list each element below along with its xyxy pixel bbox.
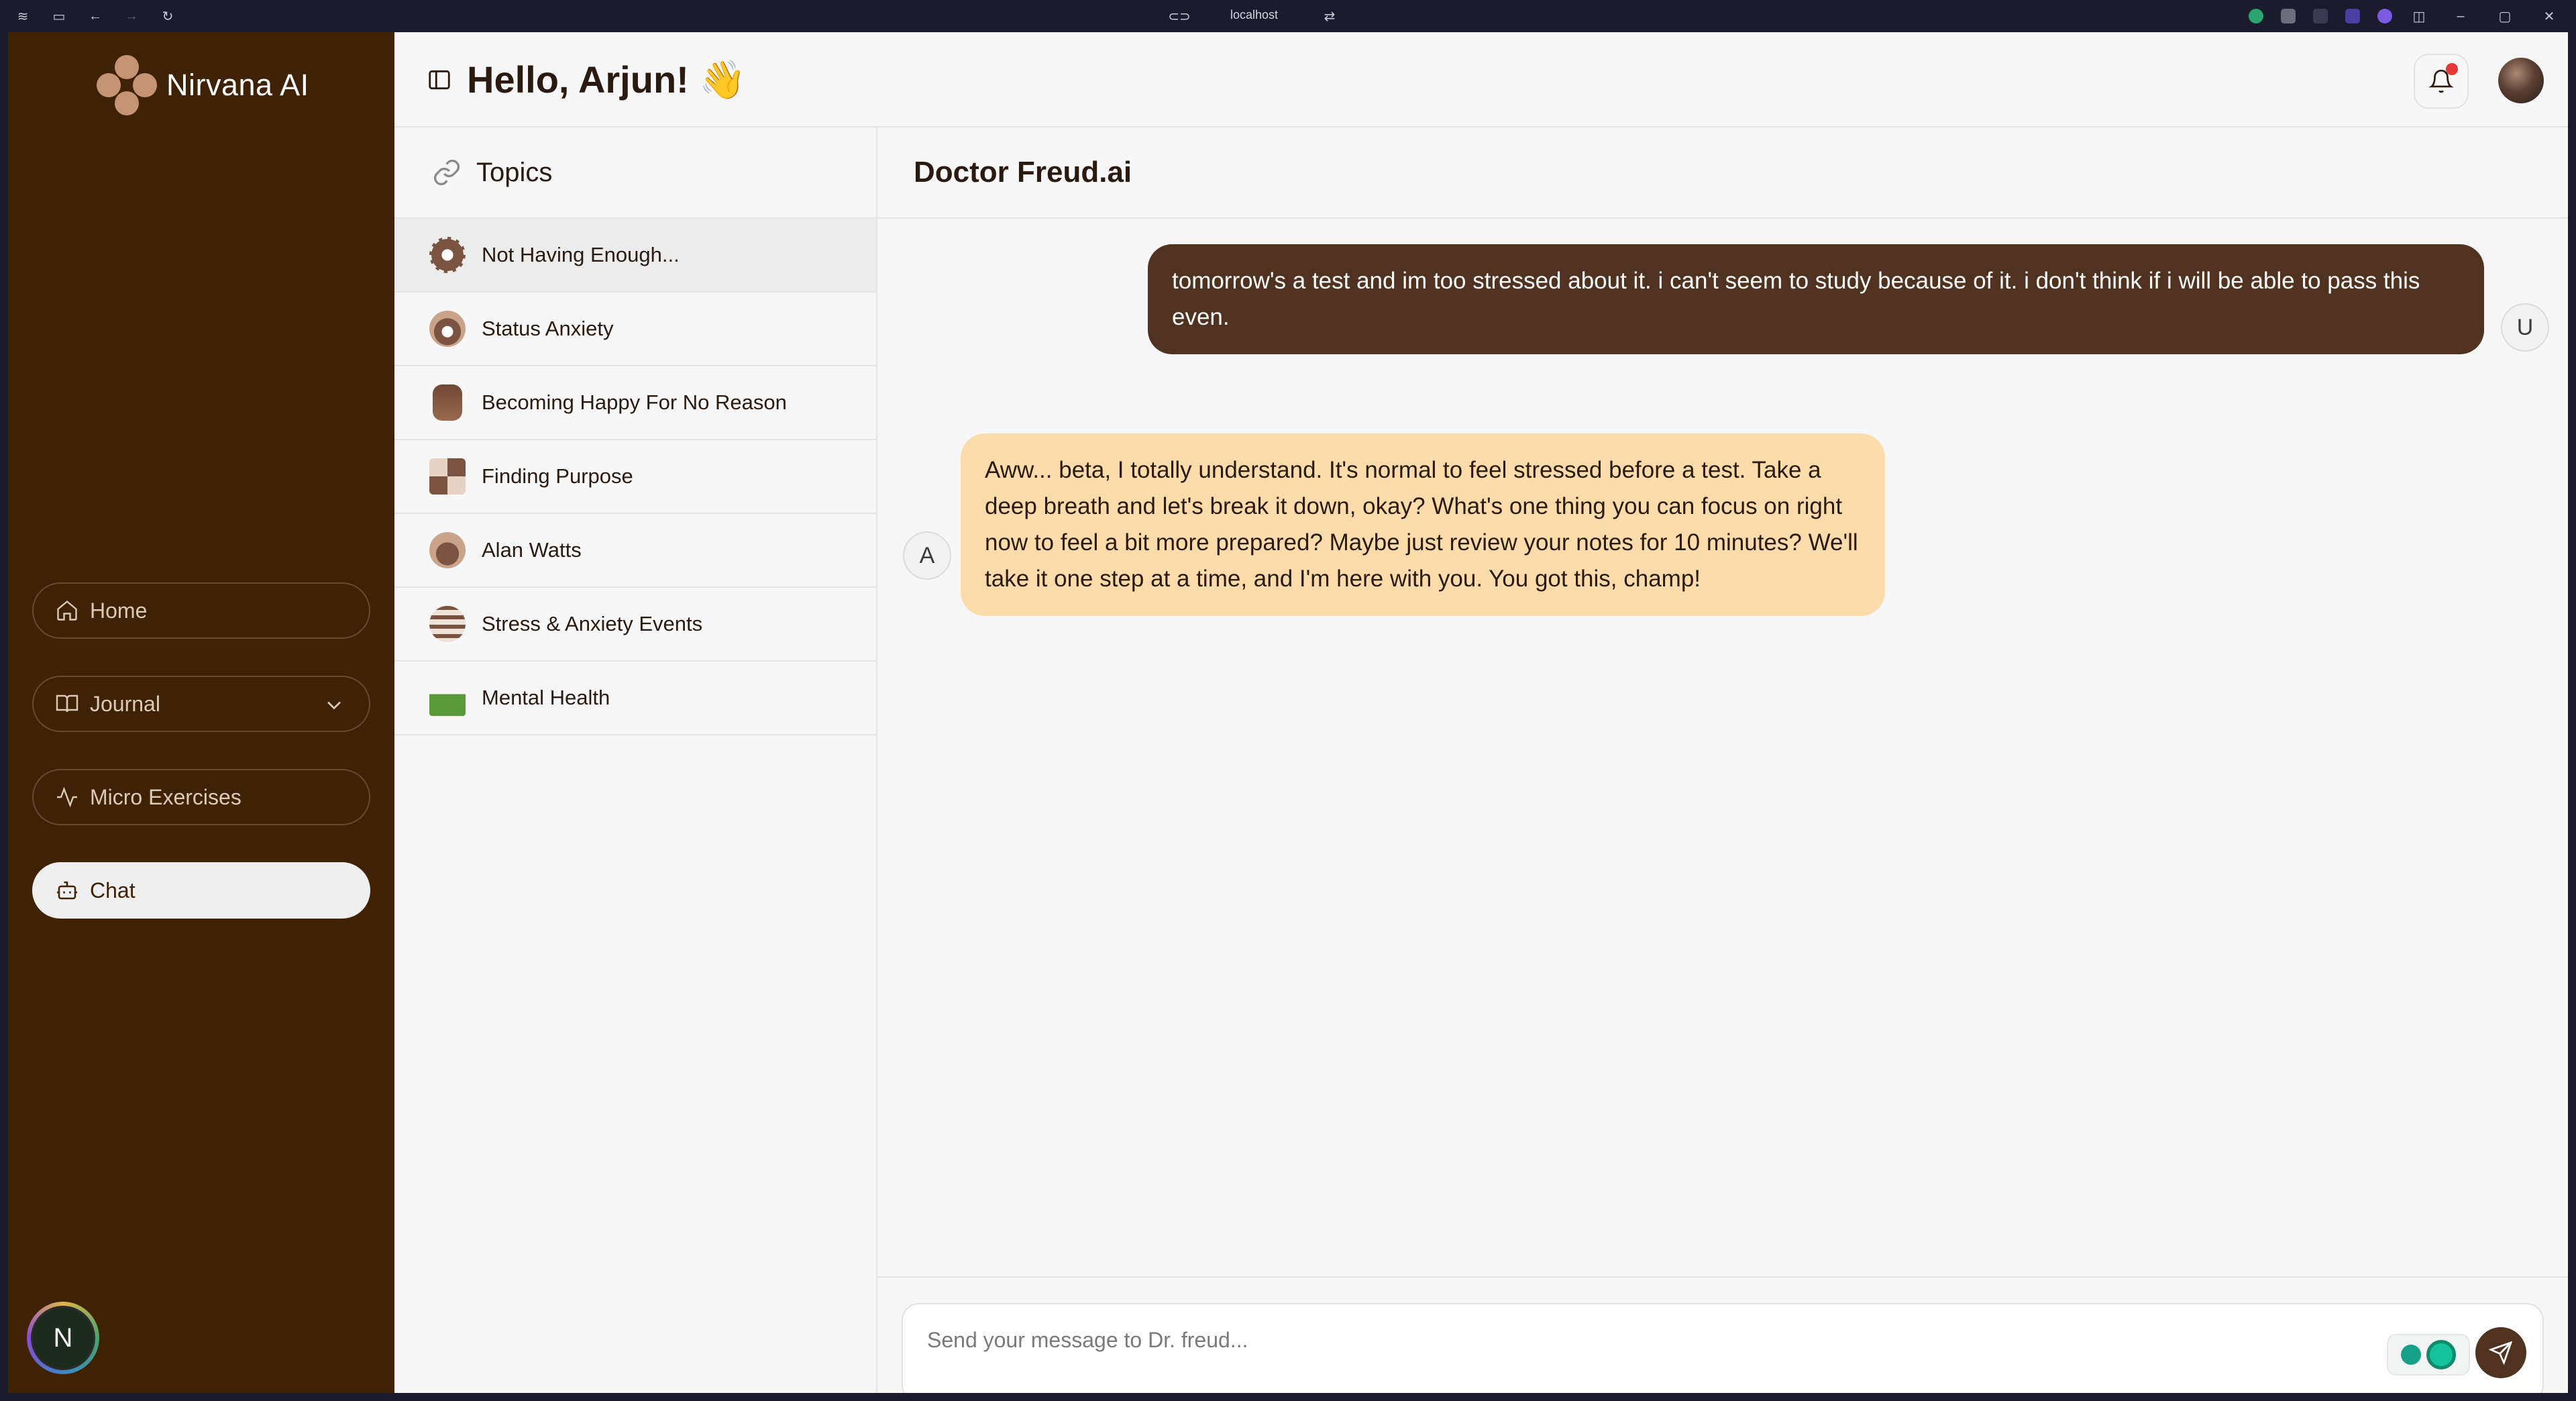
link-icon[interactable]: ⊂⊃: [1168, 8, 1191, 24]
compass-icon: [429, 458, 466, 495]
topics-panel: Topics Not Having Enough... Status Anxie…: [394, 127, 877, 1393]
avatar-initial: N: [31, 1306, 95, 1370]
gear-icon: [429, 237, 466, 273]
page-title: Hello, Arjun! 👋: [467, 58, 747, 101]
sidebar-item-label: Home: [90, 598, 148, 623]
close-window-icon[interactable]: ✕: [2541, 8, 2557, 24]
assistant-message: Aww... beta, I totally understand. It's …: [961, 433, 1885, 616]
book-icon: [56, 694, 78, 713]
topics-header: Topics: [394, 127, 876, 219]
sidebar-item-micro-exercises[interactable]: Micro Exercises: [32, 769, 370, 825]
topic-label: Status Anxiety: [482, 317, 614, 340]
lock-icon: [429, 680, 466, 716]
topic-item[interactable]: Becoming Happy For No Reason: [394, 366, 876, 440]
send-icon: [2489, 1341, 2513, 1365]
user-avatar[interactable]: N: [27, 1302, 99, 1374]
minimize-icon[interactable]: –: [2453, 8, 2469, 24]
logo-icon: [97, 55, 157, 115]
brand[interactable]: Nirvana AI: [97, 55, 309, 115]
home-icon: [57, 600, 77, 621]
maximize-icon[interactable]: ▢: [2497, 8, 2513, 24]
topic-item[interactable]: Finding Purpose: [394, 440, 876, 514]
notifications-button[interactable]: [2414, 54, 2469, 109]
grammarly-icon[interactable]: [2426, 1340, 2456, 1369]
extension-icon[interactable]: [2249, 9, 2263, 23]
notification-badge: [2446, 63, 2458, 75]
topic-item[interactable]: Status Anxiety: [394, 293, 876, 366]
topic-label: Becoming Happy For No Reason: [482, 391, 787, 414]
topic-label: Finding Purpose: [482, 464, 633, 488]
app-window: Nirvana AI Home Journal Micro Exercises …: [8, 32, 2568, 1393]
sidebar-item-chat[interactable]: Chat: [32, 862, 370, 919]
chevron-down-icon[interactable]: [322, 693, 346, 717]
link-icon: [434, 160, 460, 185]
user-message-avatar: U: [2501, 303, 2549, 352]
back-icon[interactable]: ←: [87, 8, 103, 24]
topics-title: Topics: [476, 157, 553, 187]
extension-icon[interactable]: [2345, 9, 2360, 23]
bulb-icon[interactable]: [2401, 1345, 2421, 1365]
profile-avatar[interactable]: [2498, 58, 2544, 103]
sidebar: Nirvana AI Home Journal Micro Exercises …: [8, 32, 394, 1393]
user-message: tomorrow's a test and im too stressed ab…: [1148, 244, 2484, 354]
send-button[interactable]: [2475, 1327, 2526, 1378]
extension-icon[interactable]: [2313, 9, 2328, 23]
sidebar-item-home[interactable]: Home: [32, 582, 370, 639]
topic-item[interactable]: Not Having Enough...: [394, 219, 876, 293]
browser-menu-icon[interactable]: ≋: [15, 8, 31, 24]
bot-icon: [57, 881, 77, 900]
topic-label: Alan Watts: [482, 538, 582, 562]
sidebar-item-label: Chat: [90, 878, 136, 902]
person-icon: [429, 532, 466, 568]
brand-name: Nirvana AI: [166, 68, 309, 102]
browser-toolbar: ≋ ▭ ← → ↻ ⊂⊃ localhost ⇄ ◫ – ▢ ✕: [0, 0, 2576, 32]
happy-icon: [433, 384, 462, 421]
message-composer: [902, 1303, 2544, 1393]
message-input[interactable]: [927, 1323, 2336, 1357]
topic-label: Stress & Anxiety Events: [482, 612, 703, 635]
extension-icon[interactable]: [2281, 9, 2296, 23]
activity-icon: [57, 786, 77, 808]
site-settings-icon[interactable]: ⇄: [1322, 8, 1338, 24]
topic-label: Mental Health: [482, 686, 610, 709]
chat-header: Doctor Freud.ai: [877, 127, 2568, 219]
status-icon: [429, 311, 466, 347]
assistant-message-avatar: A: [903, 531, 951, 580]
panel-toggle-icon[interactable]: [427, 67, 452, 93]
chat-panel: Doctor Freud.ai tomorrow's a test and im…: [877, 127, 2568, 1393]
address-bar[interactable]: localhost: [1230, 8, 1278, 22]
split-view-icon[interactable]: ◫: [2411, 8, 2427, 24]
topic-item[interactable]: Mental Health: [394, 662, 876, 735]
topic-item[interactable]: Stress & Anxiety Events: [394, 588, 876, 662]
composer-area: [877, 1276, 2568, 1393]
extension-icon[interactable]: [2377, 9, 2392, 23]
topic-item[interactable]: Alan Watts: [394, 514, 876, 588]
sidebar-item-journal[interactable]: Journal: [32, 676, 370, 732]
sidebar-toggle-icon[interactable]: ▭: [51, 8, 67, 24]
sidebar-item-label: Journal: [90, 691, 160, 716]
reload-icon[interactable]: ↻: [160, 8, 176, 24]
forward-icon[interactable]: →: [123, 8, 140, 24]
chat-title: Doctor Freud.ai: [914, 156, 1132, 189]
header: Hello, Arjun! 👋: [394, 32, 2568, 127]
grammar-extension[interactable]: [2387, 1334, 2470, 1376]
sliders-icon: [429, 606, 466, 642]
topic-label: Not Having Enough...: [482, 243, 680, 266]
sidebar-item-label: Micro Exercises: [90, 784, 241, 809]
